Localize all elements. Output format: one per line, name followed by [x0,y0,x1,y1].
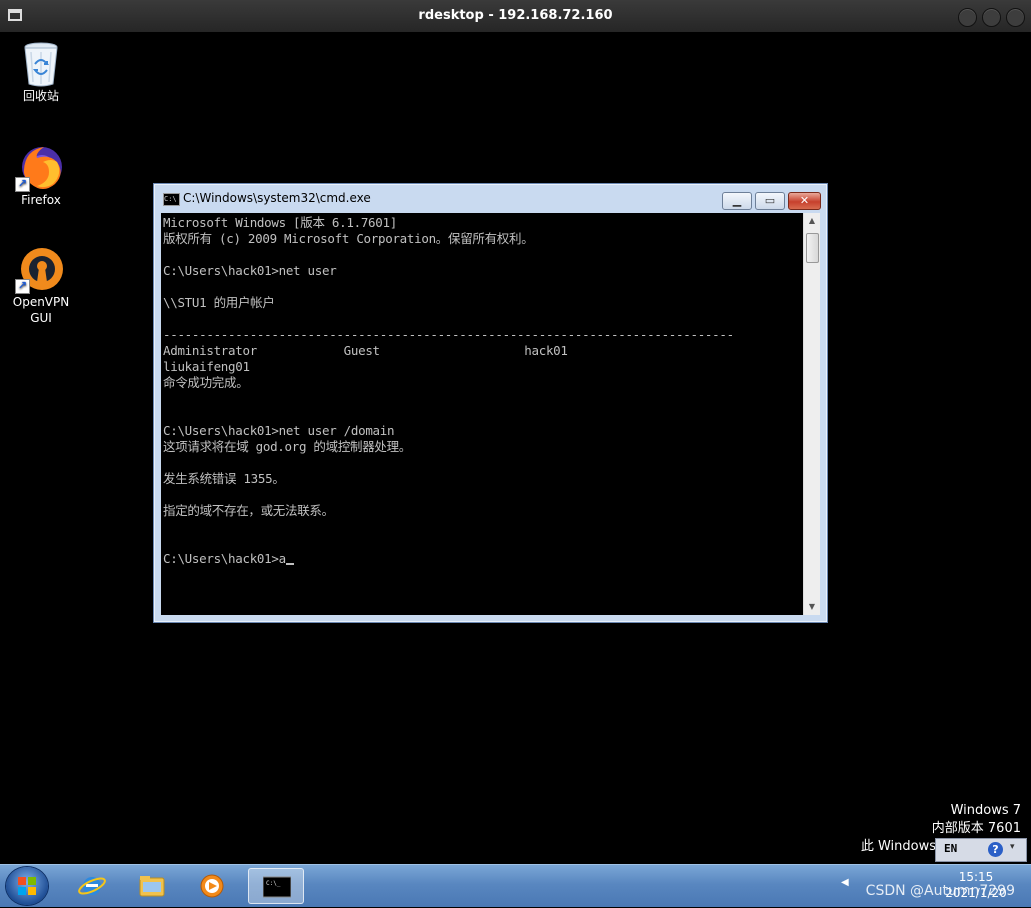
close-button[interactable] [1006,8,1025,27]
outer-title-bar[interactable]: rdesktop - 192.168.72.160 [0,0,1031,32]
cmd-maximize-button[interactable]: ▭ [755,192,785,210]
firefox-icon: ↗ [15,144,63,192]
taskbar: C:\_ ◀ 15:15 2021/1/20 CSDN @Autumn7299 [0,864,1031,907]
file-explorer-icon [139,876,165,897]
cmd-icon: C:\_ [263,876,291,898]
watermark-line: Windows 7 [950,803,1021,818]
start-button[interactable] [6,867,48,905]
language-bar[interactable]: EN ? ▾ [935,838,1027,862]
cmd-icon: C:\ [163,193,180,206]
desktop-icon-label: OpenVPN GUI [12,295,70,325]
desktop-icon-openvpn[interactable]: ↗ OpenVPN GUI [6,246,76,326]
input-language-label[interactable]: EN [944,842,957,855]
language-bar-menu-icon[interactable]: ▾ [1010,842,1015,852]
svg-text:C:\_: C:\_ [266,880,281,887]
media-player-icon [200,874,224,898]
taskbar-item-internet-explorer[interactable] [64,868,120,904]
console-text: Microsoft Windows [版本 6.1.7601] 版权所有 (c)… [163,215,734,566]
internet-explorer-icon [78,877,106,895]
show-hidden-icons-button[interactable]: ◀ [841,877,849,888]
outer-window-title: rdesktop - 192.168.72.160 [418,8,613,23]
console-area[interactable]: Microsoft Windows [版本 6.1.7601] 版权所有 (c)… [161,213,820,615]
openvpn-icon: ↗ [15,246,63,294]
vertical-scrollbar[interactable]: ▲ ▼ [803,213,820,615]
help-icon[interactable]: ? [988,842,1003,857]
desktop-icon-label: Firefox [21,193,61,207]
shortcut-arrow-icon: ↗ [15,279,30,294]
desktop-icon-recycle-bin[interactable]: 回收站 [6,40,76,104]
taskbar-item-file-explorer[interactable] [124,868,180,904]
cmd-close-button[interactable]: ✕ [788,192,821,210]
minimize-button[interactable] [958,8,977,27]
text-cursor [285,563,294,565]
cmd-title-bar[interactable]: C:\ C:\Windows\system32\cmd.exe ▁ ▭ ✕ [154,184,827,212]
scroll-up-arrow-icon[interactable]: ▲ [804,213,820,229]
desktop-icon-label: 回收站 [22,89,59,103]
system-tray: ◀ 15:15 2021/1/20 CSDN @Autumn7299 [841,865,1031,908]
console-output[interactable]: Microsoft Windows [版本 6.1.7601] 版权所有 (c)… [163,215,734,567]
desktop-icon-firefox[interactable]: ↗ Firefox [6,144,76,208]
taskbar-item-cmd[interactable]: C:\_ [248,868,304,904]
cmd-window-title: C:\Windows\system32\cmd.exe [183,191,371,205]
cmd-minimize-button[interactable]: ▁ [722,192,752,210]
watermark-line: 此 Windows [860,839,936,854]
csdn-watermark: CSDN @Autumn7299 [865,883,1015,899]
scroll-thumb[interactable] [806,233,819,263]
recycle-bin-icon [19,40,63,87]
taskbar-item-media-player[interactable] [184,868,240,904]
watermark-line: 内部版本 7601 [931,821,1021,836]
cmd-window[interactable]: C:\ C:\Windows\system32\cmd.exe ▁ ▭ ✕ Mi… [153,183,828,623]
shortcut-arrow-icon: ↗ [15,177,30,192]
maximize-button[interactable] [982,8,1001,27]
scroll-down-arrow-icon[interactable]: ▼ [804,599,820,615]
windows-logo-icon [18,877,36,895]
